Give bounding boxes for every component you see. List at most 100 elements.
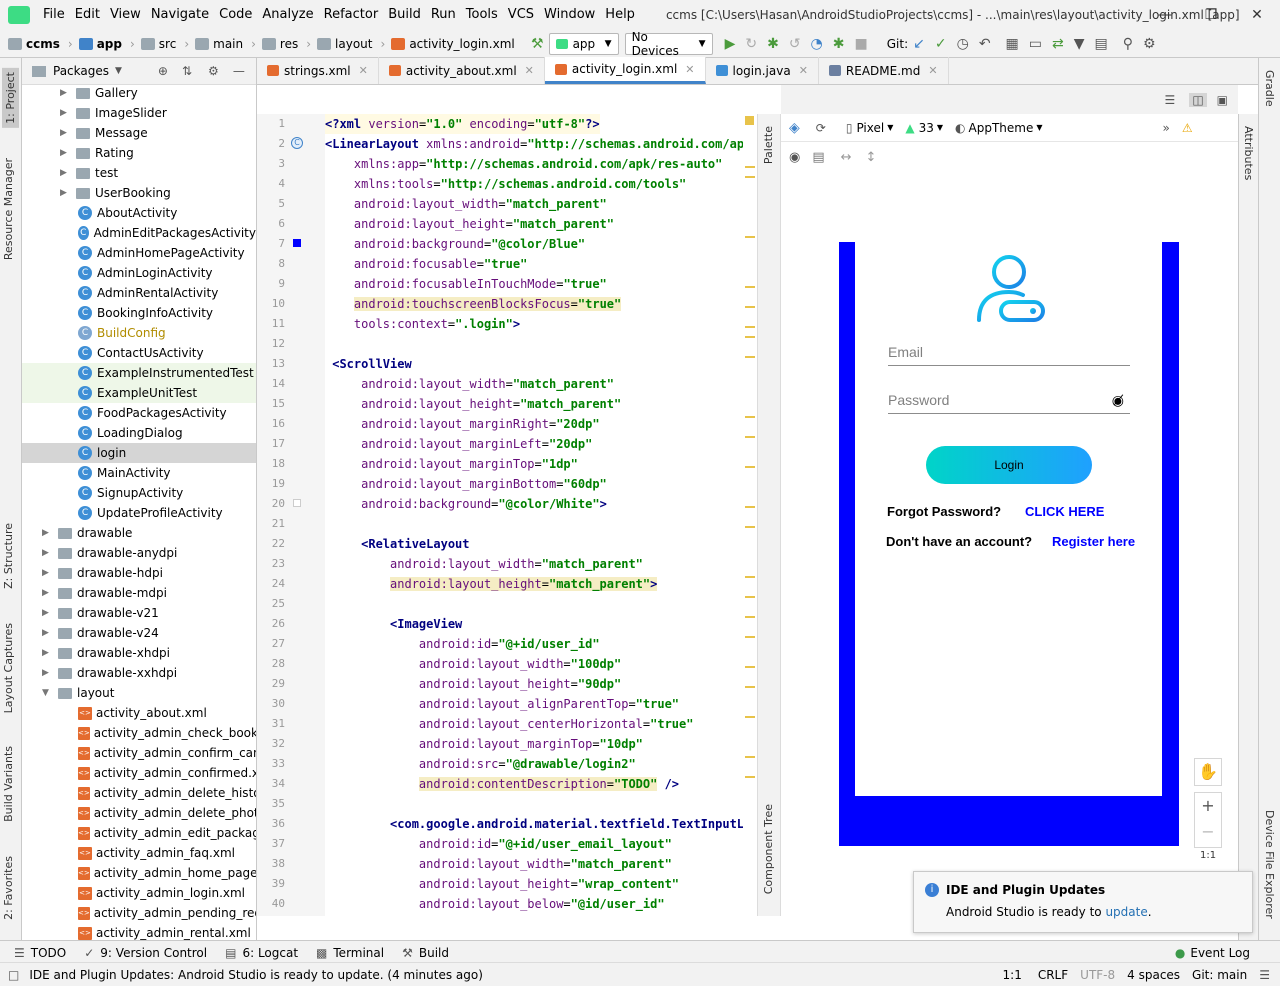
device-select[interactable]: Pixel (856, 121, 884, 135)
code-line[interactable]: xmlns:tools="http://schemas.android.com/… (325, 174, 686, 194)
minimize-icon[interactable]: — (1142, 0, 1188, 30)
sync-gradle-icon[interactable]: ⇄ (1052, 33, 1064, 55)
chevron-right-icon[interactable]: ▶ (42, 548, 52, 558)
update-link[interactable]: update (1105, 905, 1147, 919)
code-editor[interactable]: <?xml version="1.0" encoding="utf-8"?> <L… (325, 114, 757, 916)
blueprint-icon[interactable]: ▤ (812, 150, 824, 165)
tree-item[interactable]: ▶ drawable-xxhdpi (22, 663, 256, 683)
status-message[interactable]: IDE and Plugin Updates: Android Studio i… (29, 968, 483, 982)
warning-marker[interactable] (745, 716, 755, 718)
layout-captures-tab[interactable]: Layout Captures (2, 623, 15, 713)
code-line[interactable]: android:touchscreenBlocksFocus="true" (325, 294, 622, 314)
hide-icon[interactable]: — (233, 64, 245, 78)
code-line[interactable]: android:layout_marginTop="1dp" (325, 454, 578, 474)
code-view-icon[interactable]: ☰ (1165, 93, 1176, 107)
tree-item[interactable]: C AdminEditPackagesActivity (22, 223, 256, 243)
menu-run[interactable]: Run (426, 0, 461, 30)
warning-marker[interactable] (745, 756, 755, 758)
tree-item[interactable]: C ExampleInstrumentedTest (22, 363, 256, 383)
menu-navigate[interactable]: Navigate (146, 0, 214, 30)
structure-tab[interactable]: Z: Structure (2, 523, 15, 589)
version-control-tab[interactable]: 9: Version Control (100, 946, 207, 960)
tree-item[interactable]: <> activity_admin_confirm_cance (22, 743, 256, 763)
warning-marker[interactable] (745, 616, 755, 618)
chevron-right-icon[interactable]: ▶ (42, 528, 52, 538)
palette-tab[interactable]: Palette (762, 126, 775, 164)
tree-item[interactable]: <>activity_admin_home_page.xn (22, 863, 256, 883)
code-line[interactable]: android:layout_marginLeft="20dp" (325, 434, 592, 454)
indent-setting[interactable]: 4 spaces (1127, 968, 1180, 982)
code-line[interactable]: android:layout_height="90dp" (325, 674, 621, 694)
avd-manager-icon[interactable]: ▭ (1029, 33, 1042, 55)
chevron-down-icon[interactable]: ▼ (115, 66, 122, 76)
hammer-icon[interactable]: ⚒ (531, 33, 544, 55)
breadcrumb-item[interactable]: src (140, 37, 176, 51)
tree-item[interactable]: C LoadingDialog (22, 423, 256, 443)
tree-item[interactable]: C FoodPackagesActivity (22, 403, 256, 423)
menu-edit[interactable]: Edit (70, 0, 105, 30)
editor-tab[interactable]: login.java ✕ (706, 57, 819, 84)
code-line[interactable]: android:layout_below="@id/user_id" (325, 894, 665, 914)
breadcrumb-item[interactable]: res (261, 37, 298, 51)
tree-item[interactable]: ▶ Rating (22, 143, 256, 163)
tree-item[interactable]: <> activity_admin_rental.xml (22, 923, 256, 940)
orientation-icon[interactable]: ⟳ (816, 121, 826, 135)
tree-item[interactable]: C ExampleUnitTest (22, 383, 256, 403)
chevron-right-icon[interactable]: ▶ (42, 568, 52, 578)
code-line[interactable]: android:src="@drawable/login2" (325, 754, 636, 774)
search-icon[interactable]: ⚲ (1123, 33, 1133, 55)
breadcrumb-item[interactable]: layout (317, 37, 373, 51)
tree-item[interactable]: <> activity_about.xml (22, 703, 256, 723)
caret-position[interactable]: 1:1 (1003, 968, 1022, 982)
gear-icon[interactable]: ⚙ (208, 64, 219, 78)
editor-tab[interactable]: activity_login.xml ✕ (544, 57, 706, 84)
apply-changes-icon[interactable]: ↺ (789, 33, 801, 55)
warning-icon[interactable]: ⚠ (1182, 121, 1193, 135)
tree-item[interactable]: C SignupActivity (22, 483, 256, 503)
code-line[interactable]: <com.google.android.material.textfield.T… (325, 814, 757, 834)
code-line[interactable]: android:focusableInTouchMode="true" (325, 274, 607, 294)
tree-item[interactable]: C AdminLoginActivity (22, 263, 256, 283)
zoom-ratio[interactable]: 1:1 (1200, 850, 1216, 861)
tree-item[interactable]: ▶ drawable-anydpi (22, 543, 256, 563)
code-line[interactable]: android:id="@+id/user_id" (325, 634, 600, 654)
code-line[interactable]: android:layout_marginBottom="60dp" (325, 474, 607, 494)
editor-tab[interactable]: README.md ✕ (819, 57, 949, 84)
warning-marker[interactable] (745, 506, 755, 508)
tree-item[interactable]: <> activity_admin_login.xml (22, 883, 256, 903)
collapse-icon[interactable]: ⇅ (182, 64, 192, 78)
warning-marker[interactable] (745, 326, 755, 328)
tree-item[interactable]: <> activity_admin_confirmed.xml (22, 763, 256, 783)
git-rollback-icon[interactable]: ↶ (979, 33, 991, 55)
tree-item[interactable]: <>activity_admin_delete_photo.x (22, 803, 256, 823)
code-line[interactable]: android:layout_width="match_parent" (325, 374, 614, 394)
run-icon[interactable]: ▶ (725, 33, 736, 55)
menu-build[interactable]: Build (383, 0, 426, 30)
tree-item[interactable]: ▶ drawable (22, 523, 256, 543)
menu-file[interactable]: File (38, 0, 70, 30)
close-tab-icon[interactable]: ✕ (928, 64, 937, 77)
tree-item[interactable]: ▶ Gallery (22, 83, 256, 103)
login-button[interactable]: Login (926, 446, 1092, 484)
git-history-icon[interactable]: ◷ (957, 33, 969, 55)
code-line[interactable]: android:layout_marginTop="10dp" (325, 734, 643, 754)
tree-item[interactable]: ▼ layout (22, 683, 256, 703)
code-line[interactable]: <ImageView (325, 614, 462, 634)
tree-item[interactable]: ▶ drawable-hdpi (22, 563, 256, 583)
code-line[interactable]: android:focusable="true" (325, 254, 527, 274)
eye-icon[interactable]: ◉ (789, 150, 800, 165)
code-line[interactable]: <LinearLayout xmlns:android="http://sche… (325, 134, 757, 154)
close-tab-icon[interactable]: ✕ (525, 64, 534, 77)
device-select[interactable]: No Devices ▼ (624, 30, 713, 58)
chevron-right-icon[interactable]: ▶ (42, 608, 52, 618)
zoom-out-icon[interactable]: − (1201, 822, 1214, 841)
tree-item[interactable]: ▶ UserBooking (22, 183, 256, 203)
rerun-icon[interactable]: ↻ (745, 33, 757, 55)
code-line[interactable]: xmlns:app="http://schemas.android.com/ap… (325, 154, 722, 174)
breadcrumb-item[interactable]: app (78, 37, 122, 51)
tree-item[interactable]: C UpdateProfileActivity (22, 503, 256, 523)
layers-icon[interactable]: ◈ (789, 120, 800, 136)
code-line[interactable]: android:layout_width="100dp" (325, 654, 621, 674)
resource-manager-tab[interactable]: Resource Manager (2, 158, 15, 260)
warning-marker[interactable] (745, 286, 755, 288)
